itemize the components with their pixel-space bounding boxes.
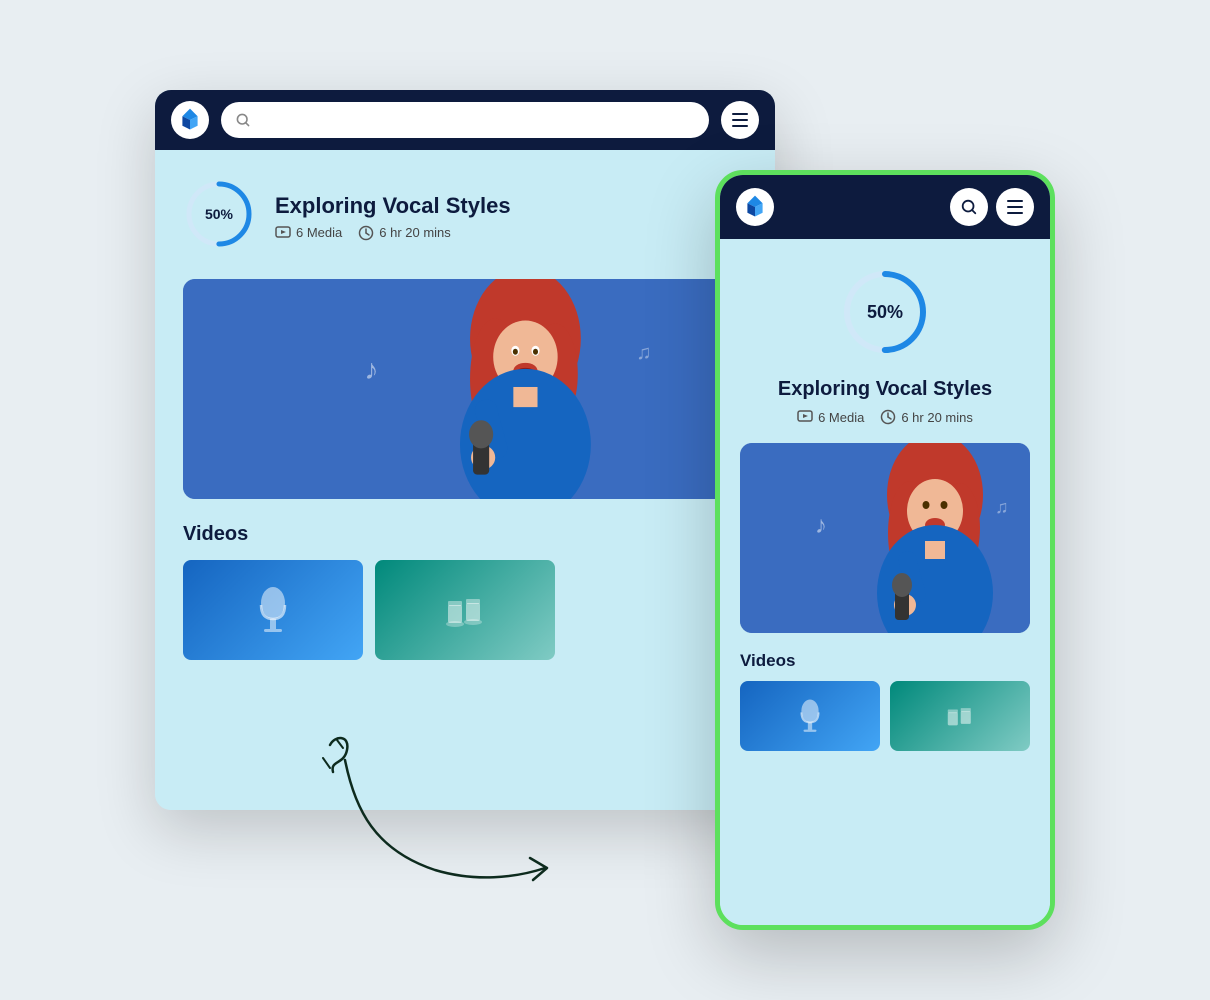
progress-ring-container: 50% (183, 178, 255, 255)
course-info: Exploring Vocal Styles 6 Media (275, 193, 511, 241)
progress-text: 50% (205, 206, 234, 222)
mobile-microphone-icon (792, 698, 828, 734)
menu-button[interactable] (721, 101, 759, 139)
arrow-annotation (315, 730, 575, 890)
mobile-course-title: Exploring Vocal Styles (778, 378, 992, 401)
search-bar[interactable] (221, 102, 709, 138)
microphone-icon (248, 585, 298, 635)
duration: 6 hr 20 mins (358, 225, 451, 241)
desktop-logo (171, 101, 209, 139)
course-title: Exploring Vocal Styles (275, 193, 511, 219)
mobile-phone: 50% Exploring Vocal Styles 6 Media (715, 170, 1055, 930)
svg-text:♪: ♪ (364, 353, 378, 385)
mobile-media-count: 6 Media (797, 409, 864, 425)
clock-icon (358, 225, 374, 241)
svg-text:♫: ♫ (995, 497, 1009, 517)
video-thumb-2[interactable] (375, 560, 555, 660)
mobile-search-icon (960, 198, 978, 216)
media-count: 6 Media (275, 225, 342, 241)
mobile-thumb-1[interactable] (740, 681, 880, 751)
mobile-menu-button[interactable] (996, 188, 1034, 226)
browser-content: 50% Exploring Vocal Styles 6 Media (155, 150, 775, 810)
cups-icon (440, 585, 490, 635)
mobile-thumb-2[interactable] (890, 681, 1030, 751)
video-thumbnails (183, 560, 747, 660)
scene: 50% Exploring Vocal Styles 6 Media (155, 90, 1055, 910)
mobile-media-icon (797, 409, 813, 425)
mobile-hero-image: ♪ ♫ (740, 443, 1030, 633)
mobile-videos-title: Videos (740, 651, 1030, 671)
desktop-browser: 50% Exploring Vocal Styles 6 Media (155, 90, 775, 810)
browser-navbar (155, 90, 775, 150)
mobile-progress-ring: 50% (840, 267, 930, 362)
search-input[interactable] (259, 102, 695, 138)
course-meta: 6 Media 6 hr 20 mins (275, 225, 511, 241)
hero-image: ♪ ♫ (183, 279, 747, 499)
mobile-course-meta: 6 Media 6 hr 20 mins (797, 409, 973, 425)
hamburger-icon (732, 113, 748, 127)
mobile-clock-icon (880, 409, 896, 425)
mobile-search-button[interactable] (950, 188, 988, 226)
mobile-logo (736, 188, 774, 226)
mobile-navbar (720, 175, 1050, 239)
mobile-duration: 6 hr 20 mins (880, 409, 973, 425)
videos-section-title: Videos (183, 523, 747, 546)
mobile-nav-icons (950, 188, 1034, 226)
svg-text:♫: ♫ (636, 342, 651, 364)
course-header: 50% Exploring Vocal Styles 6 Media (183, 178, 747, 255)
search-icon (235, 112, 251, 128)
mobile-cups-icon (942, 698, 978, 734)
svg-text:♪: ♪ (815, 512, 827, 539)
video-thumb-1[interactable] (183, 560, 363, 660)
mobile-video-thumbnails (740, 681, 1030, 751)
mobile-hamburger-icon (1007, 200, 1023, 214)
mobile-content: 50% Exploring Vocal Styles 6 Media (720, 239, 1050, 925)
mobile-progress-text: 50% (867, 302, 903, 322)
media-icon (275, 225, 291, 241)
